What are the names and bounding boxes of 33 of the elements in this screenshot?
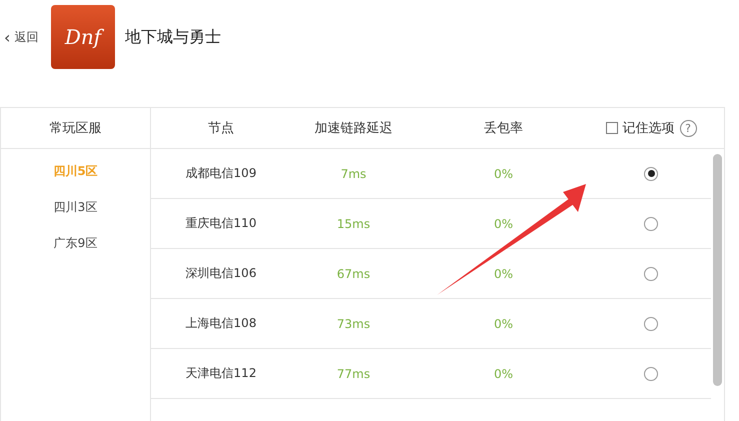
back-link[interactable]: ‹ 返回 — [4, 28, 51, 46]
column-header: 丢包率 — [483, 120, 524, 137]
region-item[interactable]: 四川3区 — [54, 199, 98, 216]
loss-cell-text: 0% — [492, 316, 514, 332]
latency-cell-text: 67ms — [336, 266, 372, 282]
scrollbar-thumb[interactable] — [713, 154, 722, 386]
radio-button[interactable] — [644, 166, 658, 180]
region-item[interactable]: 广东9区 — [54, 235, 98, 252]
latency-cell-text: 73ms — [336, 316, 372, 332]
radio-button[interactable] — [644, 366, 658, 380]
latency-cell-text: 7ms — [340, 166, 368, 182]
node-cell-text: 天津电信112 — [184, 365, 258, 382]
loss-cell-text: 0% — [492, 216, 514, 232]
node-cell-text: 深圳电信106 — [184, 265, 258, 282]
game-title: 地下城与勇士 — [125, 26, 221, 48]
latency-cell-text: 15ms — [336, 216, 372, 232]
latency-cell-text: 77ms — [336, 366, 372, 382]
radio-button[interactable] — [644, 216, 658, 230]
remember-label: 记住选项 — [622, 120, 674, 137]
loss-cell-text: 0% — [492, 166, 514, 182]
loss-cell-text: 0% — [492, 266, 514, 282]
help-icon[interactable]: ? — [680, 120, 696, 136]
game-logo: Dnf — [51, 5, 115, 69]
node-cell-text: 成都电信109 — [184, 165, 258, 182]
column-header: 常玩区服 — [1, 108, 150, 149]
remember-checkbox[interactable] — [606, 122, 618, 134]
loss-cell-text: 0% — [492, 366, 514, 382]
radio-button[interactable] — [644, 266, 658, 280]
column-header: 加速链路延迟 — [314, 120, 394, 137]
node-cell-text: 上海电信108 — [184, 315, 258, 332]
column-header: 节点 — [207, 120, 235, 137]
node-cell-text: 重庆电信110 — [184, 215, 258, 232]
radio-button[interactable] — [644, 316, 658, 330]
